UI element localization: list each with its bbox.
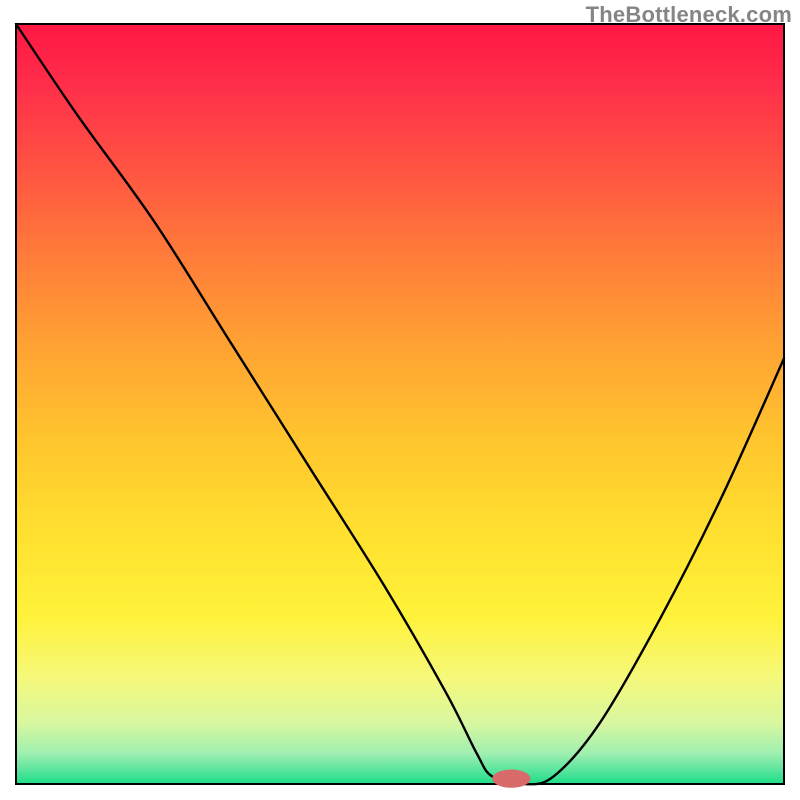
optimal-marker bbox=[492, 770, 530, 788]
chart-frame: TheBottleneck.com bbox=[0, 0, 800, 800]
chart-background bbox=[16, 24, 784, 784]
bottleneck-chart bbox=[0, 0, 800, 800]
watermark-text: TheBottleneck.com bbox=[586, 2, 792, 28]
